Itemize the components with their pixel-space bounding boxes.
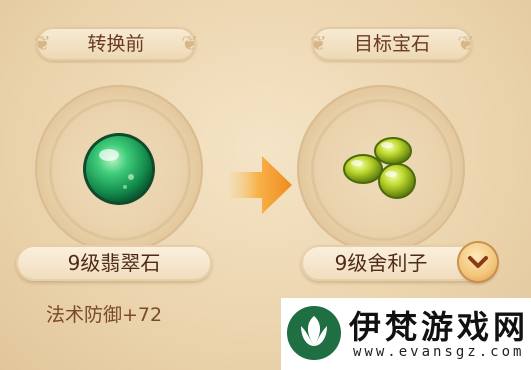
green-orb-gem-icon xyxy=(83,133,155,205)
chevron-down-icon xyxy=(468,256,488,268)
watermark-logo-icon xyxy=(287,306,341,360)
arrow-right-icon xyxy=(230,156,292,214)
ribbon-curl-left: ❦ xyxy=(34,31,51,55)
source-gem-stat: 法术防御+72 xyxy=(46,304,163,326)
watermark-url: www.evansgz.com xyxy=(353,344,525,360)
source-header-label: 转换前 xyxy=(87,33,145,55)
watermark-title: 伊梵游戏网 xyxy=(349,308,530,346)
ribbon-curl-right: ❦ xyxy=(457,31,474,55)
ribbon-curl-left: ❦ xyxy=(310,31,327,55)
target-header: ❦ 目标宝石 ❦ xyxy=(310,27,474,61)
site-watermark: 伊梵游戏网 www.evansgz.com xyxy=(281,298,531,370)
source-gem-name: 9级翡翠石 xyxy=(16,245,212,281)
target-gem-slot[interactable] xyxy=(297,85,465,253)
ribbon-curl-right: ❦ xyxy=(181,31,198,55)
gem-dropdown-button[interactable] xyxy=(459,243,497,281)
yellow-green-gems-icon xyxy=(343,137,416,199)
target-header-label: 目标宝石 xyxy=(353,33,430,55)
source-gem-slot[interactable] xyxy=(35,85,203,253)
source-gem-name-label: 9级翡翠石 xyxy=(67,251,161,275)
source-header: ❦ 转换前 ❦ xyxy=(34,27,198,61)
gem-conversion-panel: ❦ 转换前 ❦ ❦ 目标宝石 ❦ 9级翡翠石 9级舍利子 法术防御+72 伊梵游… xyxy=(0,0,531,370)
target-gem-name-label: 9级舍利子 xyxy=(334,251,428,275)
